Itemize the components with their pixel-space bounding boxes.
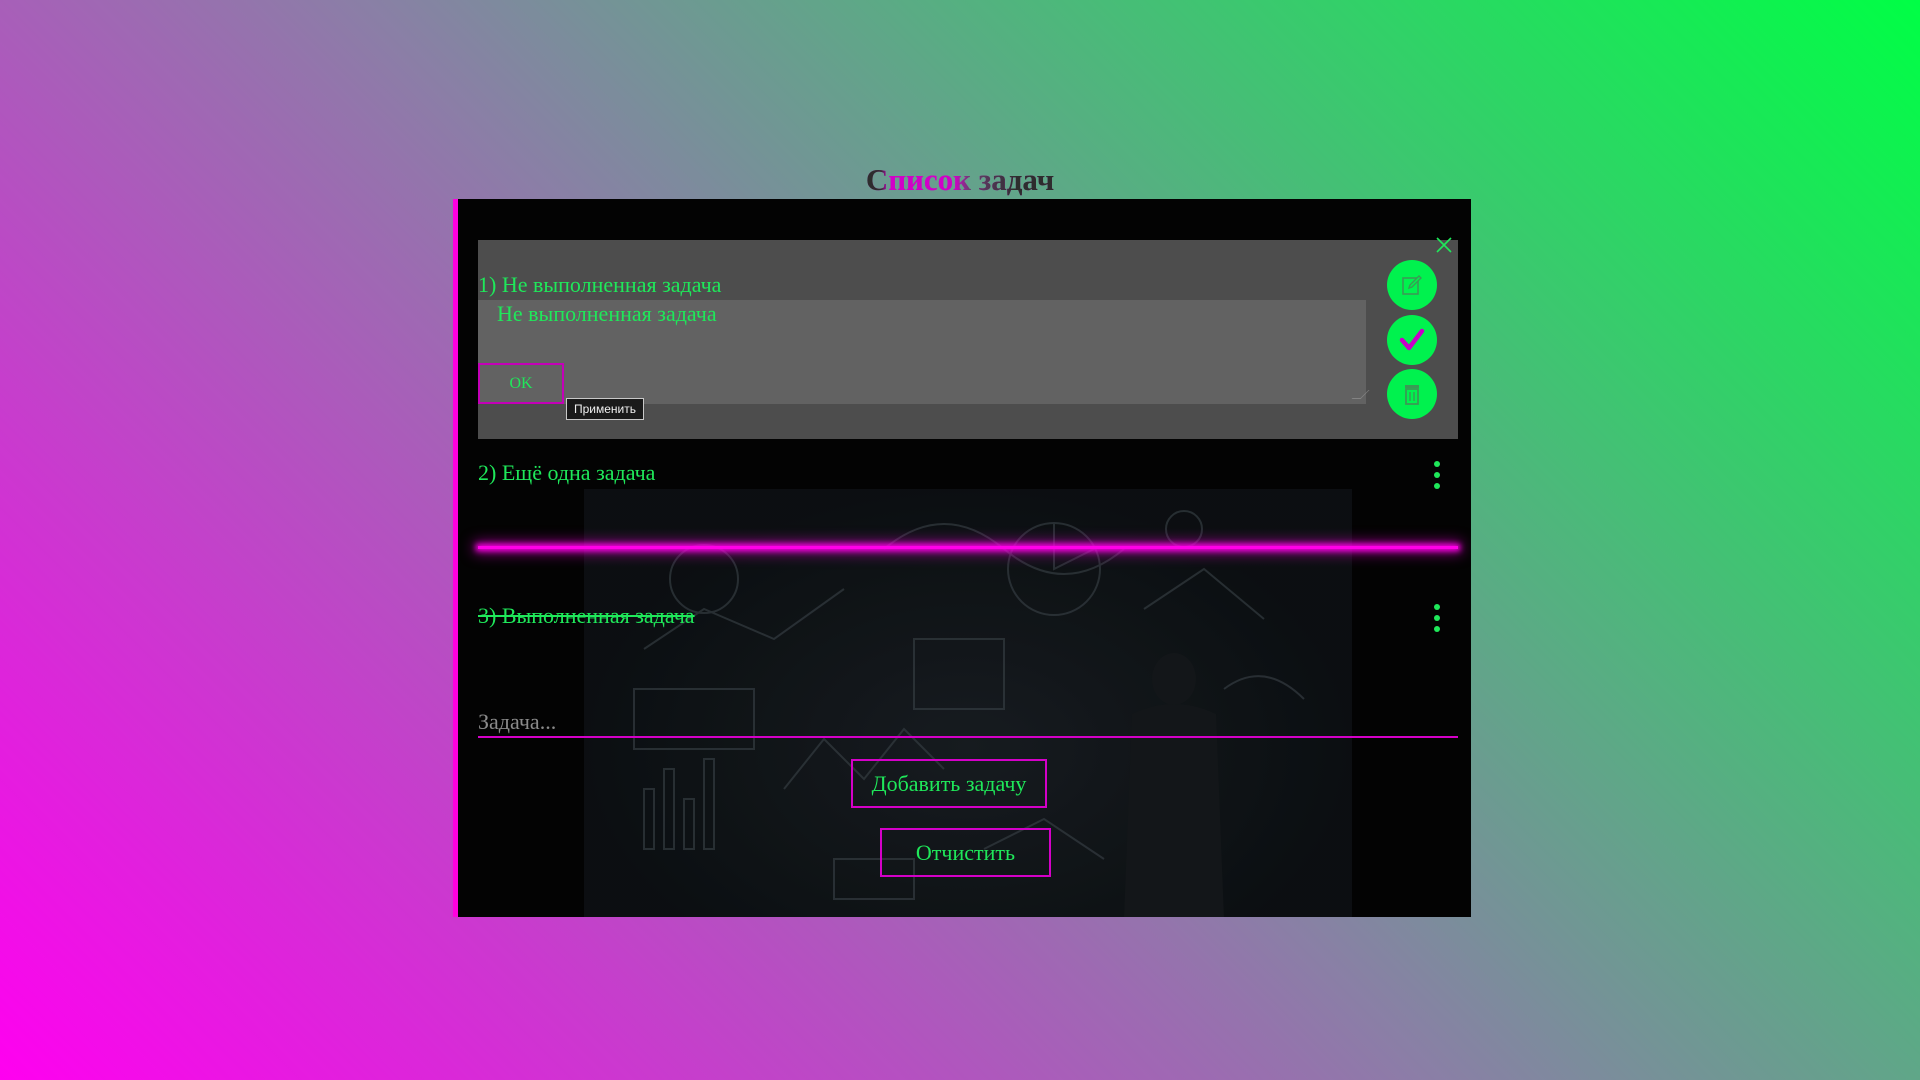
task-item-1: 1) Не выполненная задача Не выполненная … — [478, 237, 1458, 439]
ok-tooltip: Применить — [566, 398, 645, 420]
task-1-text: 1) Не выполненная задача — [478, 272, 722, 297]
task-2-text: 2) Ещё одна задача — [478, 460, 656, 485]
neon-divider — [478, 546, 1458, 549]
new-task-input[interactable] — [478, 708, 1458, 738]
todo-panel: 1) Не выполненная задача Не выполненная … — [453, 199, 1471, 917]
task-3-text: 3) Выполненная задача — [478, 603, 695, 628]
vertical-dots-icon[interactable] — [1430, 461, 1444, 497]
vertical-dots-icon[interactable] — [1430, 604, 1444, 640]
ok-button[interactable]: OK — [478, 363, 564, 404]
page-title: Список задач — [0, 162, 1920, 198]
edit-icon — [1402, 275, 1422, 295]
task-edit-field[interactable]: Не выполненная задача — [478, 300, 1366, 404]
task-item-3: 3) Выполненная задача — [478, 602, 1458, 662]
page-title-text: Список задач — [865, 162, 1055, 197]
complete-task-button[interactable] — [1387, 315, 1437, 365]
trash-icon — [1405, 385, 1419, 405]
close-icon[interactable] — [1433, 234, 1455, 256]
add-task-button[interactable]: Добавить задачу — [851, 759, 1047, 808]
edit-task-button[interactable] — [1387, 260, 1437, 310]
clear-button[interactable]: Отчистить — [880, 828, 1051, 877]
check-icon — [1399, 328, 1425, 351]
delete-task-button[interactable] — [1387, 369, 1437, 419]
task-item-2: 2) Ещё одна задача — [478, 459, 1458, 529]
